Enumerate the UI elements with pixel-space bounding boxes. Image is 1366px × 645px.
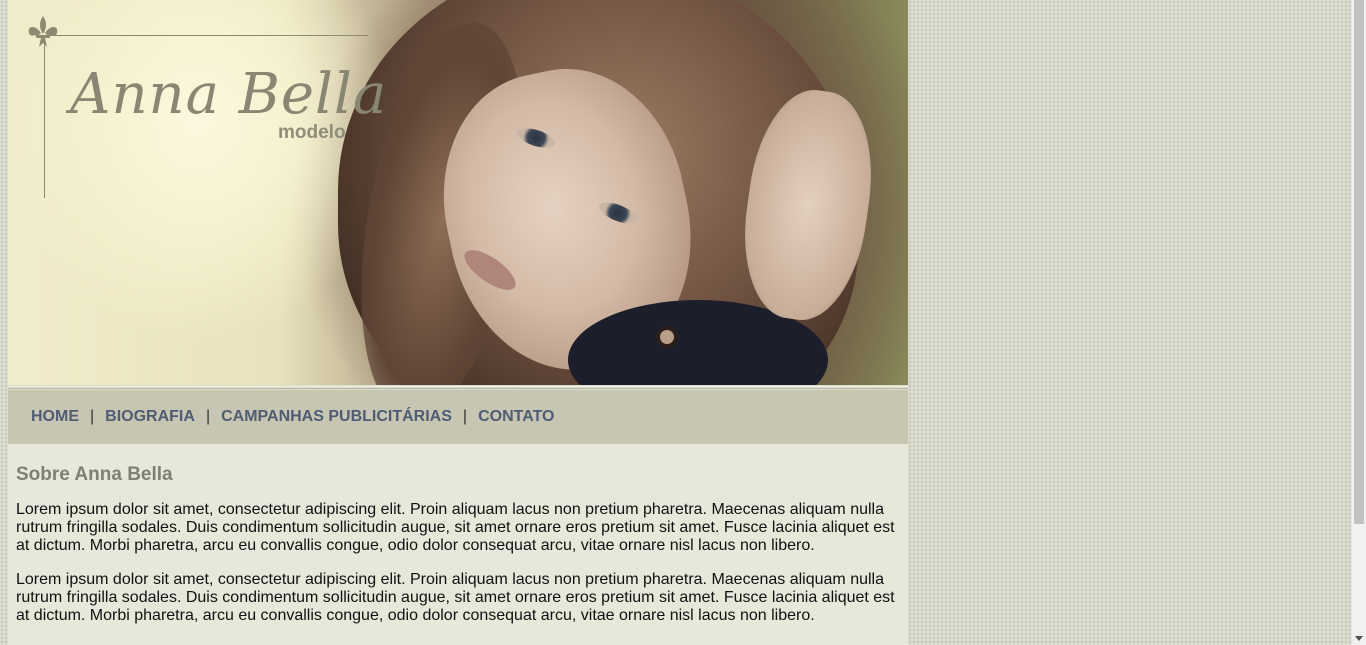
hero-photo-earring — [656, 326, 678, 348]
nav-separator: | — [205, 408, 211, 425]
main-nav: HOME | BIOGRAFIA | CAMPANHAS PUBLICITÁRI… — [8, 390, 908, 444]
nav-home[interactable]: HOME — [31, 408, 79, 426]
nav-campanhas[interactable]: CAMPANHAS PUBLICITÁRIAS — [221, 408, 452, 426]
nav-separator: | — [462, 408, 468, 425]
header-banner: Anna Bella modelo — [8, 0, 908, 385]
main-content: Sobre Anna Bella Lorem ipsum dolor sit a… — [8, 444, 908, 645]
logo-rule-vertical — [44, 38, 45, 198]
fleur-de-lis-icon — [28, 16, 58, 47]
nav-contato[interactable]: CONTATO — [478, 408, 554, 426]
scroll-down-arrow-icon[interactable] — [1355, 636, 1363, 641]
nav-biografia[interactable]: BIOGRAFIA — [105, 408, 195, 426]
page-wrapper: Anna Bella modelo HOME | BIOGRAFIA | CAM… — [8, 0, 908, 645]
scrollbar-thumb[interactable] — [1354, 0, 1364, 524]
content-paragraph: Lorem ipsum dolor sit amet, consectetur … — [16, 571, 895, 624]
logo-rule-horizontal — [42, 35, 368, 36]
page-title: Sobre Anna Bella — [16, 464, 173, 485]
content-paragraph: Lorem ipsum dolor sit amet, consectetur … — [16, 501, 895, 554]
vertical-scrollbar[interactable] — [1351, 0, 1366, 645]
nav-separator: | — [90, 408, 95, 425]
logo-subtitle: modelo — [278, 122, 346, 143]
logo-name: Anna Bella — [70, 62, 388, 127]
